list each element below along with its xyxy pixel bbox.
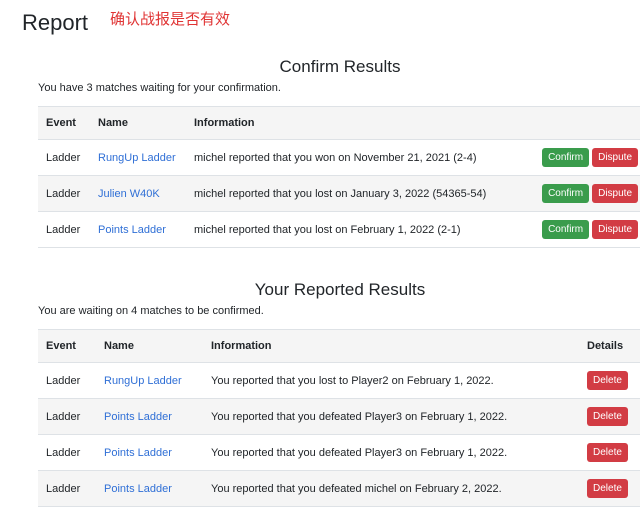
ladder-link[interactable]: RungUp Ladder: [98, 152, 176, 164]
reported-table-header: Event Name Information Details: [38, 329, 640, 363]
details-cell: Delete: [579, 398, 640, 435]
reported-table: Event Name Information Details Ladder Ru…: [38, 329, 640, 507]
ladder-link[interactable]: Points Ladder: [104, 447, 172, 459]
delete-button[interactable]: Delete: [587, 479, 628, 498]
dispute-button[interactable]: Dispute: [592, 148, 638, 167]
details-cell: Delete: [579, 362, 640, 399]
name-cell: Points Ladder: [90, 211, 186, 248]
information-cell: michel reported that you won on November…: [186, 139, 526, 176]
confirm-section-subtitle: You have 3 matches waiting for your conf…: [38, 82, 281, 94]
confirm-button[interactable]: Confirm: [542, 220, 590, 239]
information-cell: You reported that you defeated michel on…: [203, 470, 579, 507]
name-cell: Points Ladder: [96, 470, 203, 507]
column-header-event: Event: [38, 329, 96, 363]
name-cell: Points Ladder: [96, 398, 203, 435]
event-cell: Ladder: [38, 211, 90, 248]
ladder-link[interactable]: Points Ladder: [98, 224, 166, 236]
details-cell: Delete: [579, 470, 640, 507]
information-cell: You reported that you lost to Player2 on…: [203, 362, 579, 399]
delete-button[interactable]: Delete: [587, 443, 628, 462]
event-cell: Ladder: [38, 434, 96, 471]
reported-section-subtitle: You are waiting on 4 matches to be confi…: [38, 305, 264, 317]
name-cell: RungUp Ladder: [90, 139, 186, 176]
annotation-text: 确认战报是否有效: [110, 10, 231, 28]
column-header-actions: [526, 106, 640, 140]
column-header-event: Event: [38, 106, 90, 140]
event-cell: Ladder: [38, 362, 96, 399]
actions-cell: Confirm Dispute: [526, 139, 640, 176]
event-cell: Ladder: [38, 175, 90, 212]
information-cell: michel reported that you lost on Februar…: [186, 211, 526, 248]
table-row: Ladder Points Ladder michel reported tha…: [38, 211, 640, 248]
table-row: Ladder Points Ladder You reported that y…: [38, 434, 640, 471]
event-cell: Ladder: [38, 470, 96, 507]
event-cell: Ladder: [38, 139, 90, 176]
information-cell: You reported that you defeated Player3 o…: [203, 398, 579, 435]
dispute-button[interactable]: Dispute: [592, 184, 638, 203]
name-cell: RungUp Ladder: [96, 362, 203, 399]
name-cell: Julien W40K: [90, 175, 186, 212]
actions-cell: Confirm Dispute: [526, 211, 640, 248]
table-row: Ladder RungUp Ladder michel reported tha…: [38, 139, 640, 176]
ladder-link[interactable]: Julien W40K: [98, 188, 160, 200]
ladder-link[interactable]: Points Ladder: [104, 483, 172, 495]
delete-button[interactable]: Delete: [587, 407, 628, 426]
ladder-link[interactable]: RungUp Ladder: [104, 375, 182, 387]
confirm-table: Event Name Information Ladder RungUp Lad…: [38, 106, 640, 248]
information-cell: michel reported that you lost on January…: [186, 175, 526, 212]
confirm-section-title: Confirm Results: [279, 57, 401, 76]
confirm-button[interactable]: Confirm: [542, 148, 590, 167]
table-row: Ladder Points Ladder You reported that y…: [38, 398, 640, 435]
reported-section-title: Your Reported Results: [254, 280, 426, 299]
column-header-details: Details: [579, 329, 640, 363]
dispute-button[interactable]: Dispute: [592, 220, 638, 239]
confirm-table-header: Event Name Information: [38, 106, 640, 140]
confirm-button[interactable]: Confirm: [542, 184, 590, 203]
table-row: Ladder RungUp Ladder You reported that y…: [38, 362, 640, 399]
information-cell: You reported that you defeated Player3 o…: [203, 434, 579, 471]
page-title: Report: [22, 10, 89, 35]
column-header-information: Information: [203, 329, 579, 363]
delete-button[interactable]: Delete: [587, 371, 628, 390]
column-header-name: Name: [96, 329, 203, 363]
table-row: Ladder Points Ladder You reported that y…: [38, 470, 640, 507]
name-cell: Points Ladder: [96, 434, 203, 471]
details-cell: Delete: [579, 434, 640, 471]
ladder-link[interactable]: Points Ladder: [104, 411, 172, 423]
column-header-information: Information: [186, 106, 526, 140]
event-cell: Ladder: [38, 398, 96, 435]
actions-cell: Confirm Dispute: [526, 175, 640, 212]
column-header-name: Name: [90, 106, 186, 140]
table-row: Ladder Julien W40K michel reported that …: [38, 175, 640, 212]
